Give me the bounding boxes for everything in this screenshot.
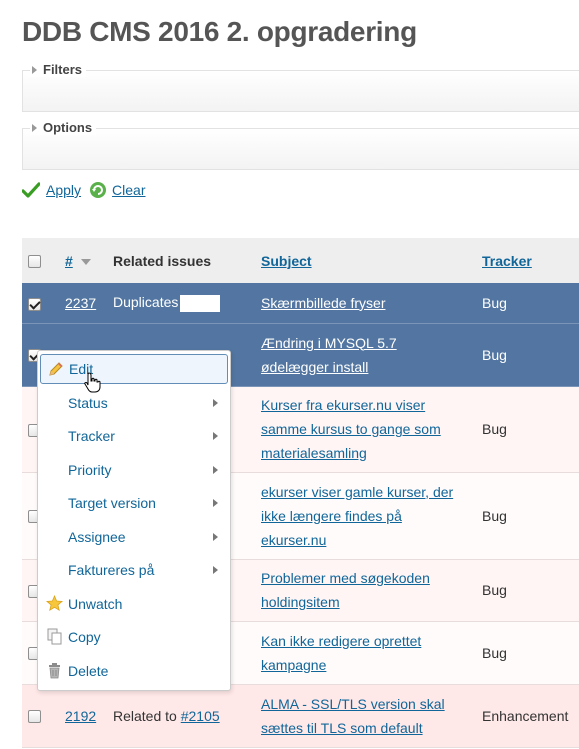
issue-subject-link[interactable]: ekurser viser gamle kurser, der ikke læng… — [261, 484, 453, 548]
options-fieldset[interactable] — [22, 128, 579, 170]
table-row[interactable]: 2192 Related to #2105 ALMA - SSL/TLS ver… — [22, 684, 579, 748]
ctx-copy[interactable]: Copy — [40, 622, 228, 652]
issue-subject-link[interactable]: Kan ikke redigere oprettet kampagne — [261, 633, 421, 673]
tracker-cell: Bug — [476, 621, 579, 685]
ctx-faktureres[interactable]: Faktureres på — [40, 555, 228, 585]
header-id[interactable]: # — [59, 238, 107, 283]
issue-subject-link[interactable]: Kurser fra ekurser.nu viser samme kursus … — [261, 397, 441, 461]
apply-link[interactable]: Apply — [46, 182, 81, 198]
select-all-cell — [22, 238, 59, 283]
copy-icon — [47, 628, 62, 645]
issue-subject-link[interactable]: Problemer med søgekoden holdingsitem — [261, 570, 430, 610]
filters-legend[interactable]: Filters — [30, 62, 87, 77]
clear-link[interactable]: Clear — [112, 182, 145, 198]
filters-label: Filters — [43, 62, 83, 77]
collapsed-arrow-icon — [32, 123, 37, 132]
relation-ref-redacted — [180, 294, 221, 312]
ctx-target-version[interactable]: Target version — [40, 488, 228, 518]
submenu-arrow-icon — [213, 466, 218, 474]
related-issue-link[interactable]: #2105 — [181, 708, 220, 724]
reload-icon — [90, 182, 107, 198]
issue-subject-link[interactable]: Skærmbillede fryser — [261, 295, 385, 311]
issue-id-link[interactable]: 2192 — [65, 708, 96, 724]
query-buttons: Apply Clear — [22, 181, 146, 199]
trash-icon — [49, 663, 60, 679]
pencil-icon — [49, 362, 63, 376]
tracker-cell: Bug — [476, 559, 579, 622]
relation-label: Duplicates — [113, 293, 179, 310]
tracker-cell: Enhancement — [476, 684, 579, 748]
relation-label: Related to — [113, 707, 177, 724]
tracker-cell: Bug — [476, 323, 579, 387]
row-checkbox[interactable] — [28, 297, 41, 311]
ctx-delete[interactable]: Delete — [40, 656, 228, 686]
ctx-tracker[interactable]: Tracker — [40, 421, 228, 451]
header-related: Related issues — [107, 238, 255, 283]
page-title: DDB CMS 2016 2. opgradering — [22, 16, 417, 47]
star-icon — [46, 595, 63, 612]
table-header-row: # Related issues Subject Tracker — [22, 238, 579, 283]
submenu-arrow-icon — [213, 399, 218, 407]
table-row[interactable]: 2237 Duplicates Skærmbillede fryser Bug — [22, 283, 579, 324]
hand-cursor-icon — [84, 372, 101, 393]
ctx-priority[interactable]: Priority — [40, 455, 228, 485]
options-label: Options — [43, 120, 93, 135]
row-checkbox[interactable] — [28, 710, 41, 724]
issue-subject-link[interactable]: Ændring i MYSQL 5.7 ødelægger install — [261, 335, 397, 375]
ctx-status[interactable]: Status — [40, 388, 228, 418]
collapsed-arrow-icon — [32, 65, 37, 74]
context-menu: Edit Status Tracker Priority Target vers… — [37, 350, 231, 691]
select-all-checkbox[interactable] — [28, 255, 41, 269]
issue-subject-link[interactable]: ALMA - SSL/TLS version skal sættes til TL… — [261, 696, 445, 736]
tracker-cell: Bug — [476, 472, 579, 560]
sort-desc-icon — [80, 258, 91, 265]
sort-tracker-link[interactable]: Tracker — [482, 253, 532, 269]
checkmark-icon — [22, 182, 40, 198]
submenu-arrow-icon — [213, 566, 218, 574]
header-tracker[interactable]: Tracker — [476, 238, 579, 283]
issue-id-link[interactable]: 2237 — [65, 295, 96, 311]
submenu-arrow-icon — [213, 533, 218, 541]
filters-fieldset[interactable] — [22, 70, 579, 112]
options-legend[interactable]: Options — [30, 120, 97, 135]
submenu-arrow-icon — [213, 432, 218, 440]
ctx-edit[interactable]: Edit — [40, 354, 228, 384]
submenu-arrow-icon — [213, 499, 218, 507]
ctx-unwatch[interactable]: Unwatch — [40, 589, 228, 619]
tracker-cell: Bug — [476, 386, 579, 473]
sort-subject-link[interactable]: Subject — [261, 253, 312, 269]
sort-id-link[interactable]: # — [65, 253, 73, 269]
tracker-cell: Bug — [476, 283, 579, 324]
header-subject[interactable]: Subject — [255, 238, 476, 283]
ctx-assignee[interactable]: Assignee — [40, 522, 228, 552]
